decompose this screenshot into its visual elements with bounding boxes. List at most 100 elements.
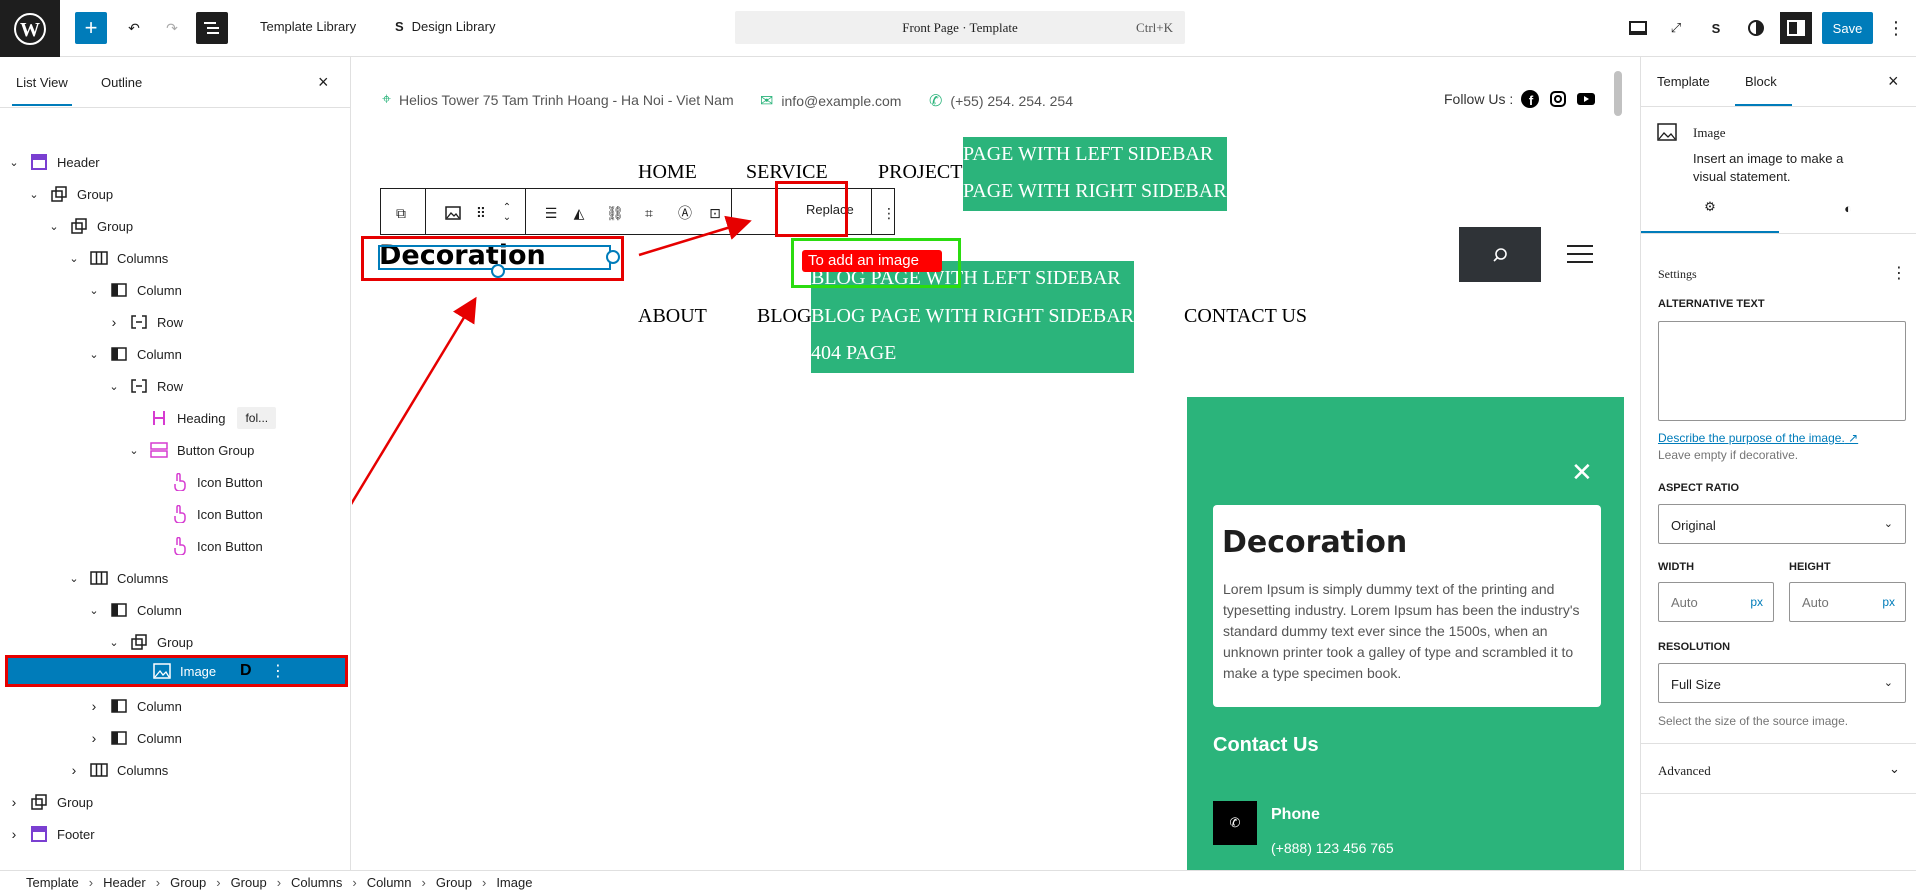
chevron-right-icon[interactable]: › xyxy=(7,826,21,842)
chevron-down-icon[interactable]: ⌄ xyxy=(87,348,101,361)
chevron-down-icon[interactable]: ⌄ xyxy=(7,156,21,169)
list-view-item[interactable]: ⌄ Header xyxy=(0,146,351,178)
list-view-item[interactable]: ⌄ Group xyxy=(0,626,351,658)
nav-contact[interactable]: CONTACT US xyxy=(1184,305,1307,328)
tab-outline[interactable]: Outline xyxy=(101,75,142,90)
breadcrumb-item[interactable]: Columns xyxy=(291,875,342,890)
advanced-panel-toggle[interactable]: Advanced xyxy=(1658,763,1711,779)
design-library-button[interactable]: S Design Library xyxy=(395,19,496,34)
chevron-down-icon[interactable]: ⌄ xyxy=(67,252,81,265)
styles-icon[interactable] xyxy=(1740,12,1772,44)
list-view-item[interactable]: › Columns xyxy=(0,754,351,786)
list-view-item[interactable]: › Column xyxy=(0,690,351,722)
icon-button-icon xyxy=(169,536,189,556)
breadcrumb-item[interactable]: Header xyxy=(103,875,146,890)
settings-tab-gear-icon[interactable]: ⚙ xyxy=(1641,183,1779,233)
instagram-icon[interactable] xyxy=(1548,89,1568,109)
chevron-down-icon[interactable]: ⌄ xyxy=(67,572,81,585)
list-view-item[interactable]: › Footer xyxy=(0,818,351,850)
canvas-scrollbar[interactable] xyxy=(1614,61,1622,866)
settings-sidebar-icon[interactable] xyxy=(1780,12,1812,44)
height-input[interactable]: Auto px xyxy=(1789,582,1906,622)
list-view-item[interactable]: ⌄ Column xyxy=(0,274,351,306)
breadcrumb-item[interactable]: Template xyxy=(26,875,79,890)
chevron-right-icon[interactable]: › xyxy=(7,794,21,810)
list-view-item[interactable]: ⌄ Group xyxy=(0,178,351,210)
alt-text-field[interactable] xyxy=(1658,321,1906,421)
chevron-right-icon[interactable]: › xyxy=(107,314,121,330)
tab-template[interactable]: Template xyxy=(1657,74,1710,89)
tab-block[interactable]: Block xyxy=(1735,74,1792,106)
chevron-down-icon[interactable]: ⌄ xyxy=(47,220,61,233)
fullscreen-icon[interactable]: ⤢ xyxy=(1660,12,1692,44)
list-view-item[interactable]: ⌄ Column xyxy=(0,338,351,370)
chevron-down-icon: ⌄ xyxy=(1883,677,1893,689)
alt-text-link[interactable]: Describe the purpose of the image. ↗ xyxy=(1658,431,1858,445)
chevron-down-icon[interactable]: ⌄ xyxy=(87,604,101,617)
resolution-select[interactable]: Full Size ⌄ xyxy=(1658,663,1906,703)
options-icon[interactable]: ⋮ xyxy=(1880,12,1912,44)
width-input[interactable]: Auto px xyxy=(1658,582,1774,622)
list-view-item[interactable]: ⌄ Columns xyxy=(0,562,351,594)
stackable-icon[interactable]: S xyxy=(1700,12,1732,44)
list-view-item[interactable]: ⌄ Column xyxy=(0,594,351,626)
breadcrumb-item[interactable]: Group xyxy=(436,875,472,890)
document-overview-icon[interactable] xyxy=(196,12,228,44)
facebook-icon[interactable]: f xyxy=(1520,89,1540,109)
height-unit[interactable]: px xyxy=(1882,595,1895,609)
chevron-right-icon[interactable]: › xyxy=(67,762,81,778)
template-library-button[interactable]: Template Library xyxy=(260,19,356,34)
chevron-right-icon[interactable]: › xyxy=(87,698,101,714)
info-card: Decoration Lorem Ipsum is simply dummy t… xyxy=(1213,505,1601,707)
aspect-ratio-select[interactable]: Original ⌄ xyxy=(1658,504,1906,544)
list-view-item-label: Columns xyxy=(117,570,169,586)
list-view-item[interactable]: › Column xyxy=(0,722,351,754)
breadcrumb-item[interactable]: Image xyxy=(496,875,532,890)
youtube-icon[interactable] xyxy=(1576,89,1596,109)
image-icon xyxy=(1657,123,1677,141)
chevron-down-icon[interactable]: ⌄ xyxy=(27,188,41,201)
chevron-down-icon[interactable]: ⌄ xyxy=(87,284,101,297)
hamburger-menu-icon[interactable] xyxy=(1567,245,1593,265)
list-view-item[interactable]: Image ⋮ D xyxy=(5,655,348,687)
list-view-item-label: Header xyxy=(57,154,100,170)
undo-icon[interactable]: ↶ xyxy=(120,12,148,44)
list-view-item[interactable]: ⌄ Columns xyxy=(0,242,351,274)
tab-list-view[interactable]: List View xyxy=(12,75,72,106)
height-placeholder: Auto xyxy=(1802,595,1829,610)
add-block-icon[interactable]: + xyxy=(75,12,107,44)
breadcrumb-item[interactable]: Group xyxy=(231,875,267,890)
close-icon[interactable]: × xyxy=(318,72,329,93)
chevron-right-icon[interactable]: › xyxy=(87,730,101,746)
styles-tab-icon[interactable]: ◐ xyxy=(1779,183,1916,233)
chevron-right-icon: › xyxy=(155,874,161,890)
settings-options-icon[interactable]: ⋮ xyxy=(1891,263,1907,283)
list-view-item[interactable]: › Row xyxy=(0,306,351,338)
width-unit[interactable]: px xyxy=(1750,595,1763,609)
breadcrumb-item[interactable]: Group xyxy=(170,875,206,890)
list-view-item[interactable]: Heading fol... xyxy=(0,402,351,434)
list-view-item[interactable]: › Group xyxy=(0,786,351,818)
command-palette[interactable]: Front Page · Template Ctrl+K xyxy=(735,11,1185,44)
close-icon[interactable]: ✕ xyxy=(1571,457,1593,488)
chevron-down-icon[interactable]: ⌄ xyxy=(127,444,141,457)
options-icon[interactable]: ⋮ xyxy=(270,661,286,681)
list-view-item[interactable]: Icon Button xyxy=(0,530,351,562)
save-button[interactable]: Save xyxy=(1822,12,1873,44)
close-icon[interactable]: × xyxy=(1888,71,1899,92)
list-view-item[interactable]: ⌄ Row xyxy=(0,370,351,402)
list-view-item[interactable]: Icon Button xyxy=(0,466,351,498)
chevron-down-icon[interactable]: ⌄ xyxy=(107,380,121,393)
list-view-item[interactable]: ⌄ Button Group xyxy=(0,434,351,466)
chevron-down-icon[interactable]: ⌄ xyxy=(107,636,121,649)
desktop-view-icon[interactable] xyxy=(1622,12,1654,44)
svg-text:f: f xyxy=(1529,93,1534,108)
list-view-item[interactable]: ⌄ Group xyxy=(0,210,351,242)
list-view-item[interactable]: Icon Button xyxy=(0,498,351,530)
chevron-down-icon[interactable]: ⌄ xyxy=(1889,761,1900,777)
redo-icon[interactable]: ↷ xyxy=(158,12,186,44)
wordpress-logo-icon[interactable]: W xyxy=(0,0,60,57)
column-icon xyxy=(109,696,129,716)
breadcrumb-item[interactable]: Column xyxy=(367,875,412,890)
search-button[interactable] xyxy=(1459,227,1541,282)
